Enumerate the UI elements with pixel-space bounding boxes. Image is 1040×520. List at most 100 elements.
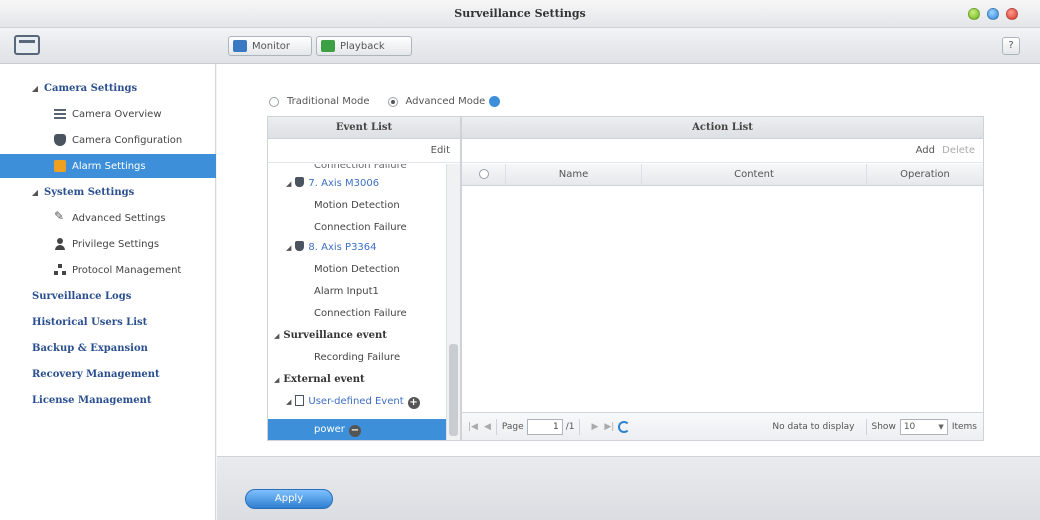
chevron-down-icon: ▼ bbox=[938, 422, 944, 431]
sidebar-item-license-management[interactable]: License Management bbox=[0, 388, 216, 412]
items-per-page-value: 10 bbox=[903, 421, 916, 432]
sidebar-item-camera-overview[interactable]: Camera Overview bbox=[0, 102, 216, 126]
sidebar-item-label: License Management bbox=[32, 394, 152, 406]
tree-item-label: Surveillance event bbox=[283, 330, 387, 341]
network-icon bbox=[54, 264, 66, 276]
help-button[interactable]: ? bbox=[1002, 37, 1020, 55]
action-toolbar: Add Delete bbox=[462, 139, 983, 163]
tree-item-label: 7. Axis M3006 bbox=[308, 178, 380, 189]
maximize-button[interactable] bbox=[987, 8, 999, 20]
tree-item-motion-detection[interactable]: Motion Detection bbox=[314, 260, 400, 280]
sidebar-item-recovery-management[interactable]: Recovery Management bbox=[0, 362, 216, 386]
sidebar-group-system-settings[interactable]: ◢ System Settings bbox=[0, 180, 216, 204]
monitor-label: Monitor bbox=[252, 40, 291, 52]
sidebar-item-historical-users-list[interactable]: Historical Users List bbox=[0, 310, 216, 334]
items-label: Items bbox=[951, 421, 977, 432]
tree-item-power-selected[interactable]: power − bbox=[268, 419, 446, 440]
column-name[interactable]: Name bbox=[506, 164, 642, 186]
bottom-bar: Apply bbox=[217, 456, 1040, 520]
traditional-mode-radio[interactable] bbox=[269, 96, 279, 107]
sidebar-item-label: Camera Overview bbox=[72, 108, 162, 120]
tree-item-motion-detection[interactable]: Motion Detection bbox=[314, 196, 400, 216]
monitor-button[interactable]: Monitor bbox=[228, 36, 312, 56]
add-button[interactable]: Add bbox=[916, 145, 935, 156]
camera-icon bbox=[295, 241, 305, 251]
column-operation[interactable]: Operation bbox=[867, 164, 983, 186]
wrench-icon bbox=[54, 209, 66, 224]
sidebar-group-label: System Settings bbox=[44, 186, 135, 198]
add-event-icon[interactable]: + bbox=[407, 397, 420, 409]
info-icon[interactable] bbox=[489, 96, 501, 107]
items-per-page-select[interactable]: 10 ▼ bbox=[899, 418, 948, 435]
sidebar-item-protocol-management[interactable]: Protocol Management bbox=[0, 258, 216, 282]
close-button[interactable] bbox=[1006, 8, 1018, 20]
monitor-icon bbox=[233, 40, 247, 52]
event-edit-row: Edit bbox=[268, 139, 460, 163]
sidebar-item-label: Protocol Management bbox=[72, 264, 182, 276]
next-page-icon[interactable]: ▶ bbox=[591, 422, 598, 432]
sidebar-item-label: Advanced Settings bbox=[72, 212, 166, 224]
no-data-message: No data to display bbox=[772, 421, 855, 432]
show-label: Show bbox=[871, 421, 896, 432]
camera-icon bbox=[295, 177, 305, 187]
sidebar-item-backup-expansion[interactable]: Backup & Expansion bbox=[0, 336, 216, 360]
window-title: Surveillance Settings bbox=[454, 7, 586, 20]
sidebar-item-label: Privilege Settings bbox=[72, 238, 160, 250]
tree-item-camera-7[interactable]: ◢ 7. Axis M3006 bbox=[286, 174, 379, 194]
page-total: /1 bbox=[565, 421, 575, 432]
page-input[interactable] bbox=[526, 418, 563, 435]
tree-item-connection-failure[interactable]: Connection Failure bbox=[314, 218, 407, 238]
sidebar-item-advanced-settings[interactable]: Advanced Settings bbox=[0, 206, 216, 230]
collapse-triangle-icon: ◢ bbox=[31, 187, 39, 197]
main-content: Traditional Mode Advanced Mode Event Lis… bbox=[217, 64, 1040, 456]
tree-item-alarm-input[interactable]: Alarm Input1 bbox=[314, 282, 379, 302]
delete-button[interactable]: Delete bbox=[942, 145, 975, 156]
event-tree: Connection Failure ◢ 7. Axis M3006 Motion… bbox=[268, 164, 446, 440]
sidebar-item-camera-configuration[interactable]: Camera Configuration bbox=[0, 128, 216, 152]
refresh-icon[interactable] bbox=[618, 420, 631, 433]
collapse-triangle-icon: ◢ bbox=[31, 83, 39, 93]
column-content[interactable]: Content bbox=[642, 164, 867, 186]
playback-label: Playback bbox=[340, 40, 385, 52]
sidebar-item-alarm-settings[interactable]: Alarm Settings bbox=[0, 154, 216, 178]
traditional-mode-label[interactable]: Traditional Mode bbox=[287, 96, 370, 107]
tree-item-user-defined-event[interactable]: ◢ User-defined Event + bbox=[286, 392, 420, 412]
alarm-icon bbox=[54, 160, 66, 172]
sidebar-item-label: Historical Users List bbox=[32, 316, 148, 328]
sidebar-item-surveillance-logs[interactable]: Surveillance Logs bbox=[0, 284, 216, 308]
remove-event-icon[interactable]: − bbox=[348, 425, 361, 437]
tree-item-surveillance-event[interactable]: ◢ Surveillance event bbox=[274, 326, 387, 346]
advanced-mode-radio[interactable] bbox=[387, 96, 398, 107]
scrollbar-thumb[interactable] bbox=[449, 344, 458, 436]
document-icon bbox=[295, 395, 305, 406]
sidebar-item-label: Backup & Expansion bbox=[32, 342, 148, 354]
apply-button[interactable]: Apply bbox=[245, 489, 333, 509]
app-window-icon[interactable] bbox=[14, 35, 40, 55]
expand-triangle-icon: ◢ bbox=[286, 244, 292, 252]
minimize-button[interactable] bbox=[968, 8, 980, 20]
select-all-checkbox[interactable] bbox=[478, 169, 489, 179]
advanced-mode-label[interactable]: Advanced Mode bbox=[406, 96, 486, 107]
tree-item-connection-failure[interactable]: Connection Failure bbox=[314, 304, 407, 324]
tree-item-external-event[interactable]: ◢ External event bbox=[274, 370, 365, 390]
tree-item-camera-8[interactable]: ◢ 8. Axis P3364 bbox=[286, 238, 377, 258]
sidebar-item-label: Surveillance Logs bbox=[32, 290, 132, 302]
action-list-panel: Action List Add Delete Name Content Oper… bbox=[461, 116, 984, 441]
event-list-scrollbar[interactable] bbox=[446, 164, 460, 440]
tree-item-label: power − bbox=[314, 424, 361, 437]
action-table-header: Name Content Operation bbox=[462, 164, 983, 186]
prev-page-icon[interactable]: ◀ bbox=[484, 422, 491, 432]
tree-item-recording-failure[interactable]: Recording Failure bbox=[314, 348, 400, 368]
select-all-column[interactable] bbox=[462, 164, 506, 186]
title-bar: Surveillance Settings bbox=[0, 0, 1040, 28]
event-list-panel: Event List Edit Connection Failure ◢ 7. A… bbox=[267, 116, 461, 441]
playback-button[interactable]: Playback bbox=[316, 36, 412, 56]
sidebar-item-privilege-settings[interactable]: Privilege Settings bbox=[0, 232, 216, 256]
mode-selector: Traditional Mode Advanced Mode bbox=[269, 96, 501, 107]
sidebar-group-camera-settings[interactable]: ◢ Camera Settings bbox=[0, 76, 216, 100]
first-page-icon[interactable]: |◀ bbox=[468, 422, 478, 432]
last-page-icon[interactable]: ▶| bbox=[604, 422, 614, 432]
edit-button[interactable]: Edit bbox=[431, 145, 450, 156]
tree-item-label: User-defined Event bbox=[308, 396, 404, 407]
playback-icon bbox=[321, 40, 335, 52]
